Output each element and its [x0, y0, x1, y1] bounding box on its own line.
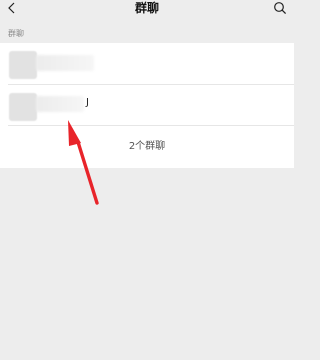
group-list-item[interactable]: J	[0, 85, 294, 126]
divider	[8, 125, 294, 126]
nav-bar: 群聊	[0, 0, 294, 22]
group-name-fragment: J	[86, 97, 89, 108]
group-avatar	[9, 93, 37, 121]
search-icon	[274, 2, 287, 15]
search-button[interactable]	[272, 0, 288, 16]
group-name-redacted	[36, 96, 84, 112]
group-name-redacted	[36, 55, 94, 71]
group-list-item[interactable]	[0, 43, 294, 85]
group-count: 2个群聊	[128, 141, 166, 152]
page-title: 群聊	[134, 1, 159, 15]
section-header: 群聊	[8, 29, 24, 38]
group-avatar	[9, 51, 37, 79]
group-list: J 2个群聊	[0, 43, 294, 168]
